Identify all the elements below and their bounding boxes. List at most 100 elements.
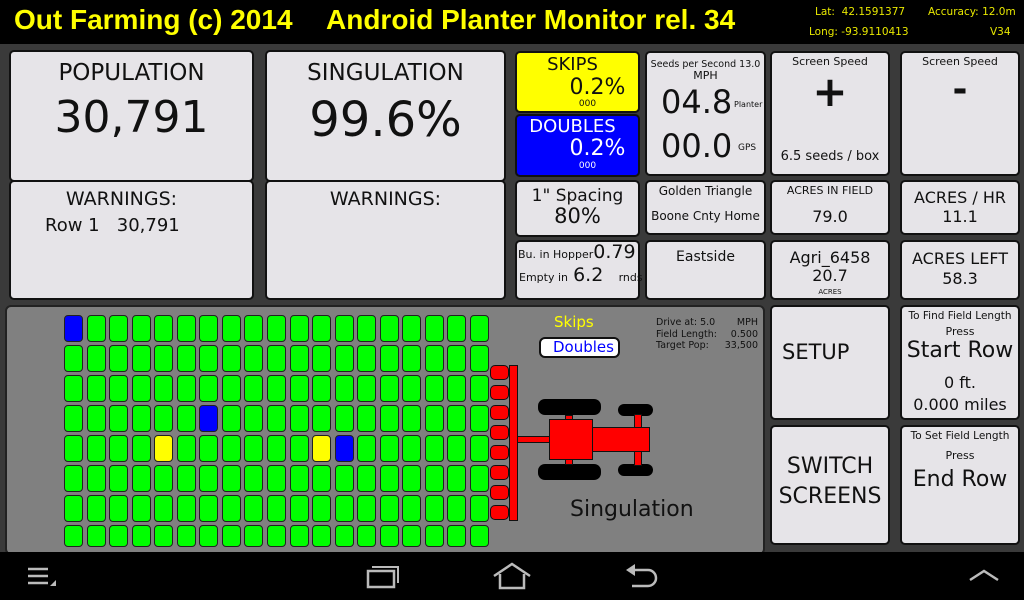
seed-cell-ok [176,435,196,462]
acres-in-field-value: 79.0 [812,207,848,226]
seed-cell-ok [176,465,196,492]
singulation-warnings: WARNINGS: [265,180,506,300]
seed-cell-ok [379,345,399,372]
seed-cell-ok [379,495,399,522]
screens-label: SCREENS [778,484,882,509]
seed-cell-ok [109,345,129,372]
seed-cell-ok [131,525,151,547]
seed-cell-ok [131,315,151,342]
seed-cell-ok [357,435,377,462]
acres-left-tile[interactable]: ACRES LEFT 58.3 [900,240,1020,300]
spacing-tile[interactable]: 1" Spacing 80% [515,180,640,237]
seed-cell-ok [221,375,241,402]
seed-cell-ok [64,375,83,402]
seed-cell-ok [424,495,444,522]
seed-cell-ok [469,495,489,522]
seed-cell-ok [266,495,286,522]
seed-cell-ok [199,315,219,342]
map-mode-label: Singulation [570,497,694,522]
speed-unit: MPH [693,69,718,82]
brand-title: Out Farming (c) 2014 [14,4,293,35]
population-tile[interactable]: POPULATION 30,791 [9,50,254,182]
seed-cell-ok [289,405,309,432]
version: V34 [990,26,1011,38]
seed-cell-ok [312,405,332,432]
seed-cell-ok [334,525,354,547]
singulation-tile[interactable]: SINGULATION 99.6% [265,50,506,182]
acres-in-field-tile[interactable]: ACRES IN FIELD 79.0 [770,180,890,235]
row-unit-icon [490,385,509,400]
seed-cell-ok [447,345,467,372]
seed-cell-skip [154,435,174,462]
seed-cell-ok [86,495,106,522]
chevron-up-icon[interactable] [968,568,1000,582]
seed-cell-ok [424,345,444,372]
seed-cell-ok [334,345,354,372]
seed-cell-ok [154,405,174,432]
seed-cell-ok [334,405,354,432]
seed-cell-ok [379,315,399,342]
row-unit-icon [490,365,509,380]
seed-cell-ok [334,495,354,522]
seed-cell-ok [334,315,354,342]
seed-cell-ok [424,405,444,432]
variety-tile[interactable]: Agri_6458 20.7 ACRES [770,240,890,300]
population-value: 30,791 [54,92,209,143]
seed-cell-ok [379,465,399,492]
seed-cell-ok [64,525,83,547]
seed-cell-ok [357,495,377,522]
seed-cell-ok [109,315,129,342]
plus-icon: + [812,67,848,116]
seed-cell-ok [176,315,196,342]
seed-cell-ok [154,495,174,522]
start-row-button[interactable]: To Find Field Length Press Start Row 0 f… [900,305,1020,420]
field-length-miles: 0.000 miles [913,395,1007,414]
end-row-button[interactable]: To Set Field Length Press End Row [900,425,1020,545]
seed-cell-ok [86,525,106,547]
acres-hr-value: 11.1 [942,207,978,226]
acres-left-value: 58.3 [942,269,978,288]
seed-cell-ok [244,465,264,492]
speed-tile[interactable]: Seeds per Second 13.0 MPH 04.8 Planter 0… [645,51,766,176]
seed-cell-ok [221,465,241,492]
skips-tile[interactable]: SKIPS 0.2% 000 [515,51,640,113]
seed-cell-ok [357,375,377,402]
seed-cell-ok [402,495,422,522]
screen-speed-plus-button[interactable]: Screen Speed + 6.5 seeds / box [770,51,890,176]
field-tile[interactable]: Eastside [645,240,766,300]
acres-in-field-label: ACRES IN FIELD [786,184,874,197]
setup-button[interactable]: SETUP [770,305,890,420]
seed-cell-double [199,405,219,432]
seed-cell-ok [221,405,241,432]
gps-label: GPS [738,143,757,153]
seed-cell-ok [109,375,129,402]
seed-cell-ok [402,525,422,547]
seed-cell-ok [64,345,83,372]
back-icon[interactable] [624,564,660,590]
seed-cell-ok [447,315,467,342]
seed-cell-ok [154,345,174,372]
seed-cell-ok [199,435,219,462]
seed-cell-ok [402,345,422,372]
acres-hr-tile[interactable]: ACRES / HR 11.1 [900,180,1020,235]
skips-value: 0.2% [569,75,626,100]
seed-cell-ok [266,405,286,432]
doubles-count: 000 [578,161,597,171]
menu-icon[interactable] [28,566,58,588]
seed-cell-ok [357,345,377,372]
home-icon[interactable] [492,562,532,590]
field-name: Eastside [676,249,735,265]
recent-apps-icon[interactable] [365,564,401,590]
minus-icon: - [952,69,968,110]
doubles-tile[interactable]: DOUBLES 0.2% 000 [515,114,640,177]
screen-speed-minus-button[interactable]: Screen Speed - [900,51,1020,176]
farm-tile[interactable]: Golden Triangle Boone Cnty Home [645,180,766,235]
seed-cell-ok [312,375,332,402]
seed-cell-ok [244,375,264,402]
acres-left-label: ACRES LEFT [911,249,1009,268]
seed-cell-ok [402,465,422,492]
hopper-tile[interactable]: Bu. in Hopper0.79 Empty in 6.2 rnds [515,240,643,300]
legend-skips: Skips [554,313,594,331]
switch-screens-button[interactable]: SWITCH SCREENS [770,425,890,545]
seed-cell-double [64,315,83,342]
